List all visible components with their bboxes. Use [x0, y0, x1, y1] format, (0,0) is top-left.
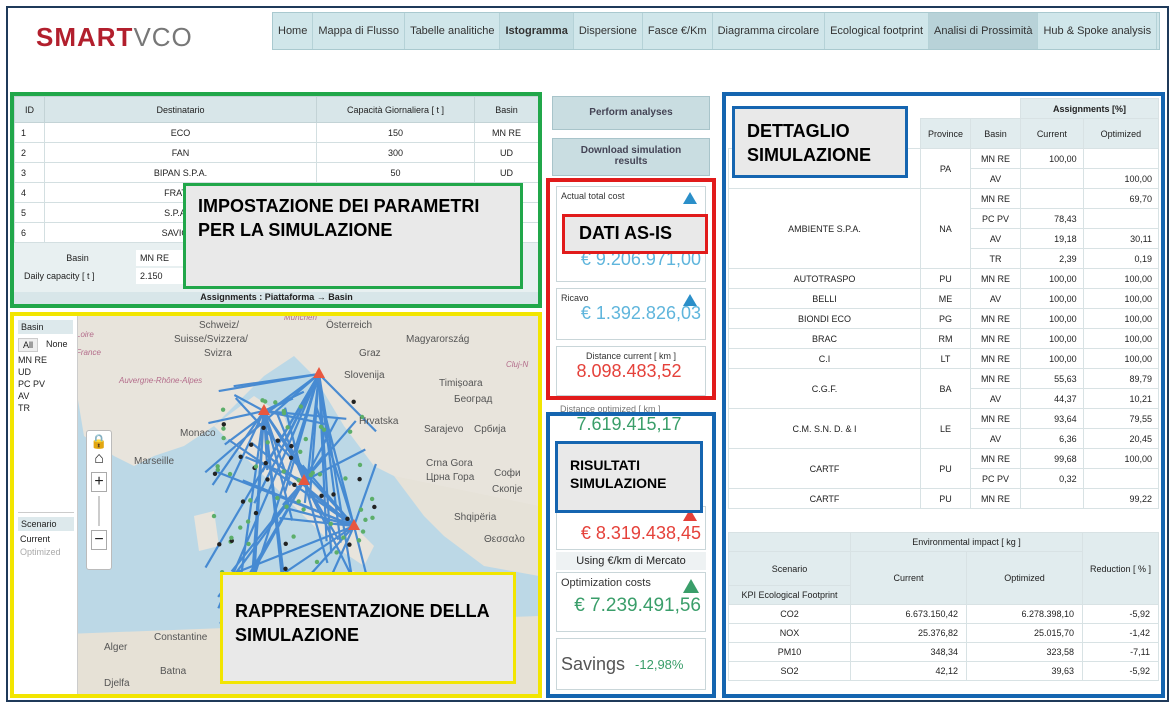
- red-frame: [546, 178, 716, 400]
- main-nav: Home Mappa di Flusso Tabelle analitiche Ist…: [272, 12, 1160, 50]
- nav-tab-mappa-di-flusso[interactable]: Mappa di Flusso: [313, 13, 406, 49]
- label-impostazione: IMPOSTAZIONE DEI PARAMETRI PER LA SIMULA…: [183, 183, 523, 289]
- download-results-button[interactable]: Download simulation results: [552, 138, 710, 176]
- nav-tab-fasce-km[interactable]: Fasce €/Km: [643, 13, 713, 49]
- label-dati-as-is: DATI AS-IS: [562, 214, 708, 254]
- perform-analyses-button[interactable]: Perform analyses: [552, 96, 710, 130]
- logo-text-2: VCO: [133, 22, 193, 52]
- nav-tab-hub-spoke-analysis[interactable]: Hub & Spoke analysis: [1038, 13, 1158, 49]
- label-rappresentazione: RAPPRESENTAZIONE DELLA SIMULAZIONE: [220, 572, 516, 684]
- nav-tab-istogramma[interactable]: Istogramma: [500, 13, 574, 49]
- logo-text: SMART: [36, 22, 134, 52]
- nav-tab-ecological-footprint[interactable]: Ecological footprint: [825, 13, 930, 49]
- blue-frame-right: [722, 92, 1165, 698]
- label-dettaglio: DETTAGLIO SIMULAZIONE: [732, 106, 908, 178]
- label-risultati: RISULTATI SIMULAZIONE: [555, 441, 703, 513]
- nav-tab-tabelle-analitiche[interactable]: Tabelle analitiche: [405, 13, 501, 49]
- nav-tab-diagramma-circolare[interactable]: Diagramma circolare: [713, 13, 826, 49]
- nav-tab-dispersione[interactable]: Dispersione: [574, 13, 643, 49]
- nav-tab-analisi-di-prossimit-[interactable]: Analisi di Prossimità: [929, 13, 1039, 49]
- nav-tab-home[interactable]: Home: [273, 13, 314, 49]
- smartvco-logo: SMARTVCO: [36, 22, 193, 53]
